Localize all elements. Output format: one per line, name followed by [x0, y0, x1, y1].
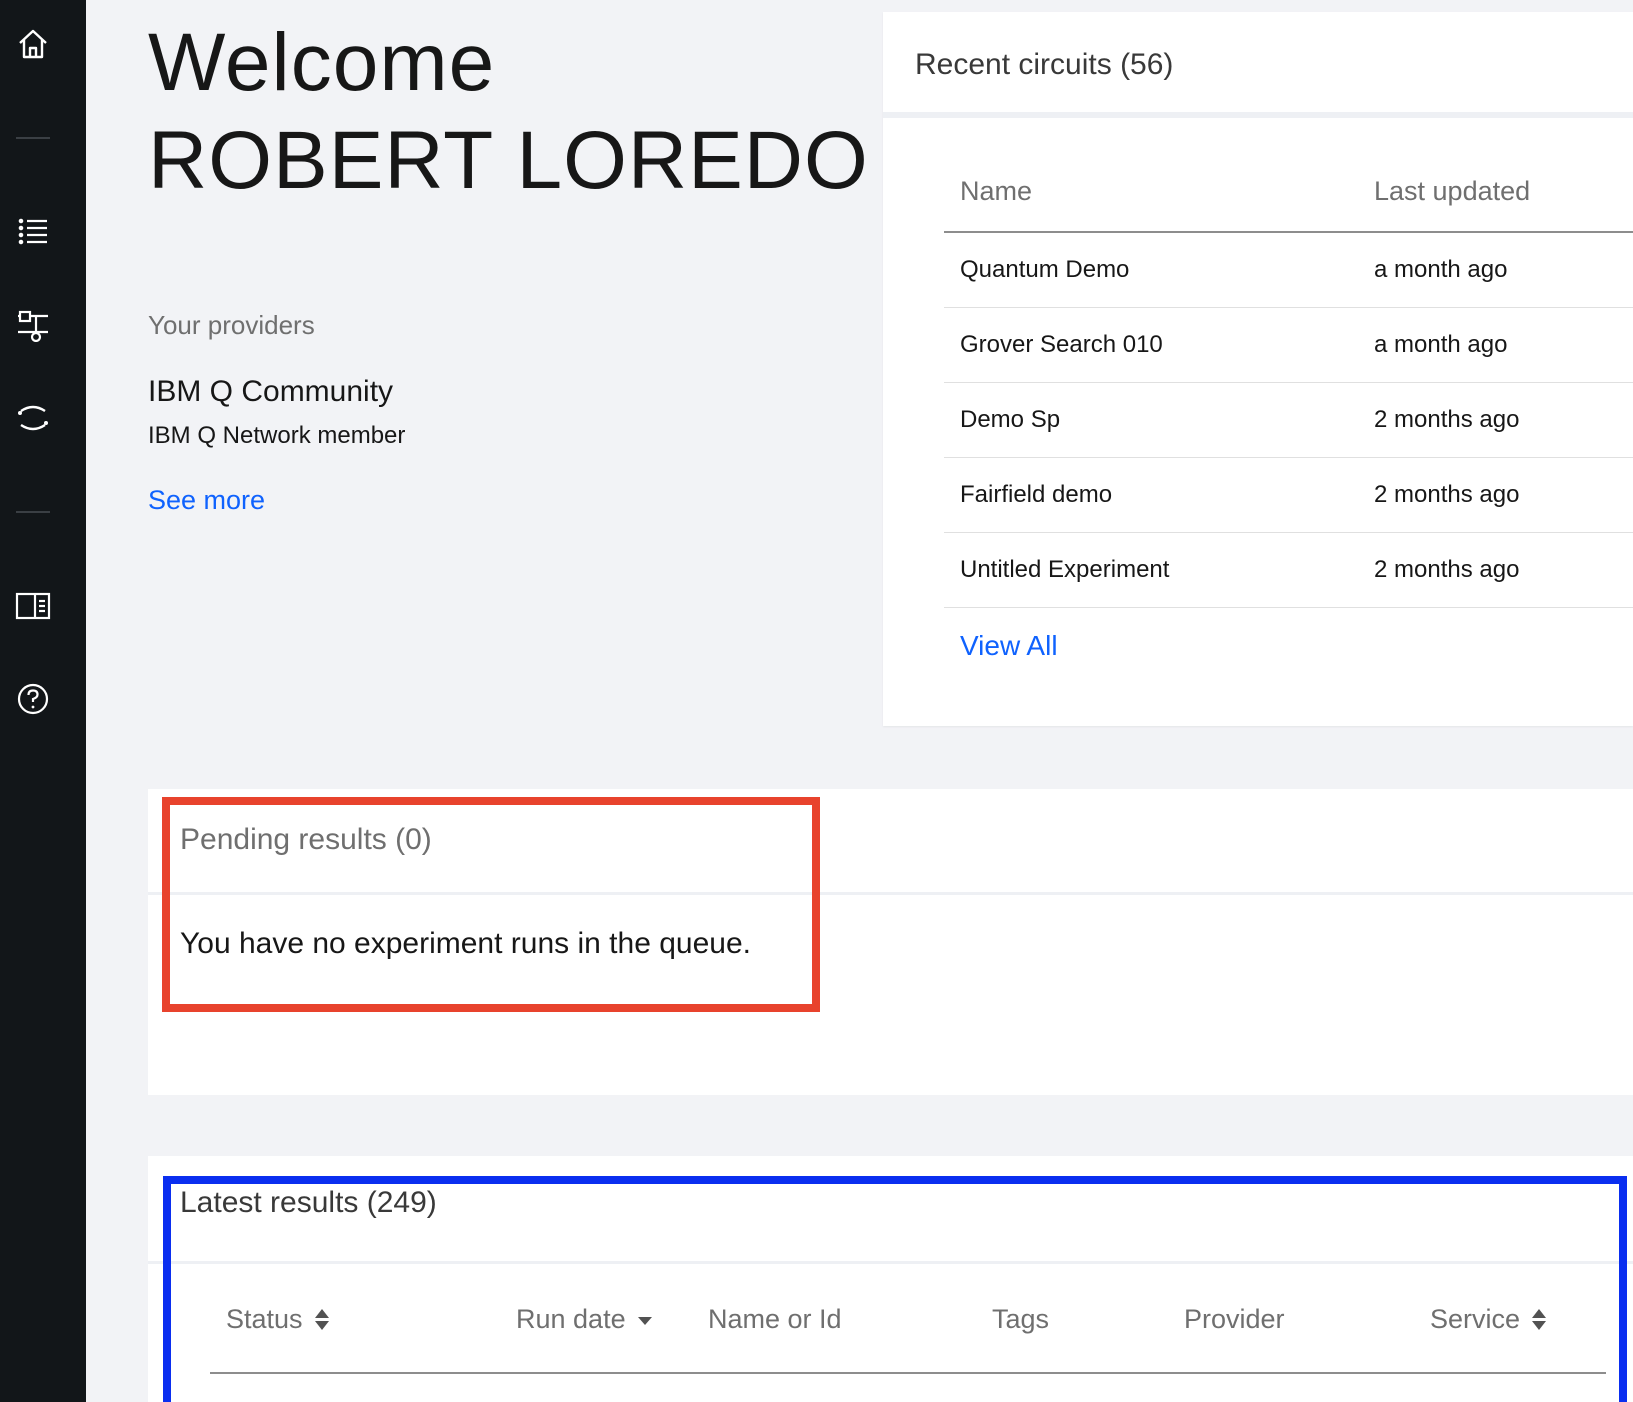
provider-name: IBM Q Community — [148, 375, 394, 408]
column-header-name: Name — [944, 152, 1358, 233]
circuit-name[interactable]: Fairfield demo — [944, 457, 1358, 533]
user-name: ROBERT LOREDO — [148, 115, 869, 206]
left-sidebar — [0, 0, 86, 1402]
circuit-updated: 2 months ago — [1358, 382, 1633, 458]
welcome-line: Welcome — [148, 17, 496, 108]
circuit-updated: 2 months ago — [1358, 532, 1633, 608]
table-row[interactable]: Quantum Demo a month ago — [944, 232, 1633, 308]
table-row[interactable]: Fairfield demo 2 months ago — [944, 457, 1633, 533]
highlight-box-red — [162, 797, 820, 1012]
circuit-updated: a month ago — [1358, 307, 1633, 383]
table-row[interactable]: Demo Sp 2 months ago — [944, 382, 1633, 458]
docs-icon[interactable] — [13, 586, 53, 626]
help-icon[interactable] — [13, 679, 53, 719]
quantum-lab-icon[interactable] — [13, 398, 53, 438]
sidebar-divider — [16, 511, 50, 513]
welcome-heading: Welcome ROBERT LOREDO — [148, 14, 869, 210]
table-row[interactable]: Untitled Experiment 2 months ago — [944, 532, 1633, 608]
circuit-updated: a month ago — [1358, 232, 1633, 308]
recent-circuits-table: Name Last updated Quantum Demo a month a… — [944, 152, 1633, 608]
recent-circuits-card: Recent circuits (56) Name Last updated Q… — [883, 12, 1633, 726]
recent-circuits-title: Recent circuits (56) — [883, 12, 1633, 118]
view-all-link[interactable]: View All — [960, 630, 1058, 662]
home-icon[interactable] — [13, 24, 53, 64]
circuit-updated: 2 months ago — [1358, 457, 1633, 533]
circuit-name[interactable]: Demo Sp — [944, 382, 1358, 458]
highlight-box-blue — [163, 1176, 1627, 1402]
circuit-name[interactable]: Untitled Experiment — [944, 532, 1358, 608]
circuit-composer-icon[interactable] — [13, 305, 53, 345]
list-icon[interactable] — [13, 212, 53, 252]
provider-role: IBM Q Network member — [148, 422, 406, 449]
circuit-name[interactable]: Quantum Demo — [944, 232, 1358, 308]
column-header-last-updated: Last updated — [1358, 152, 1633, 233]
circuit-name[interactable]: Grover Search 010 — [944, 307, 1358, 383]
table-row[interactable]: Grover Search 010 a month ago — [944, 307, 1633, 383]
providers-label: Your providers — [148, 310, 315, 340]
see-more-link[interactable]: See more — [148, 485, 265, 516]
sidebar-divider — [16, 137, 50, 139]
